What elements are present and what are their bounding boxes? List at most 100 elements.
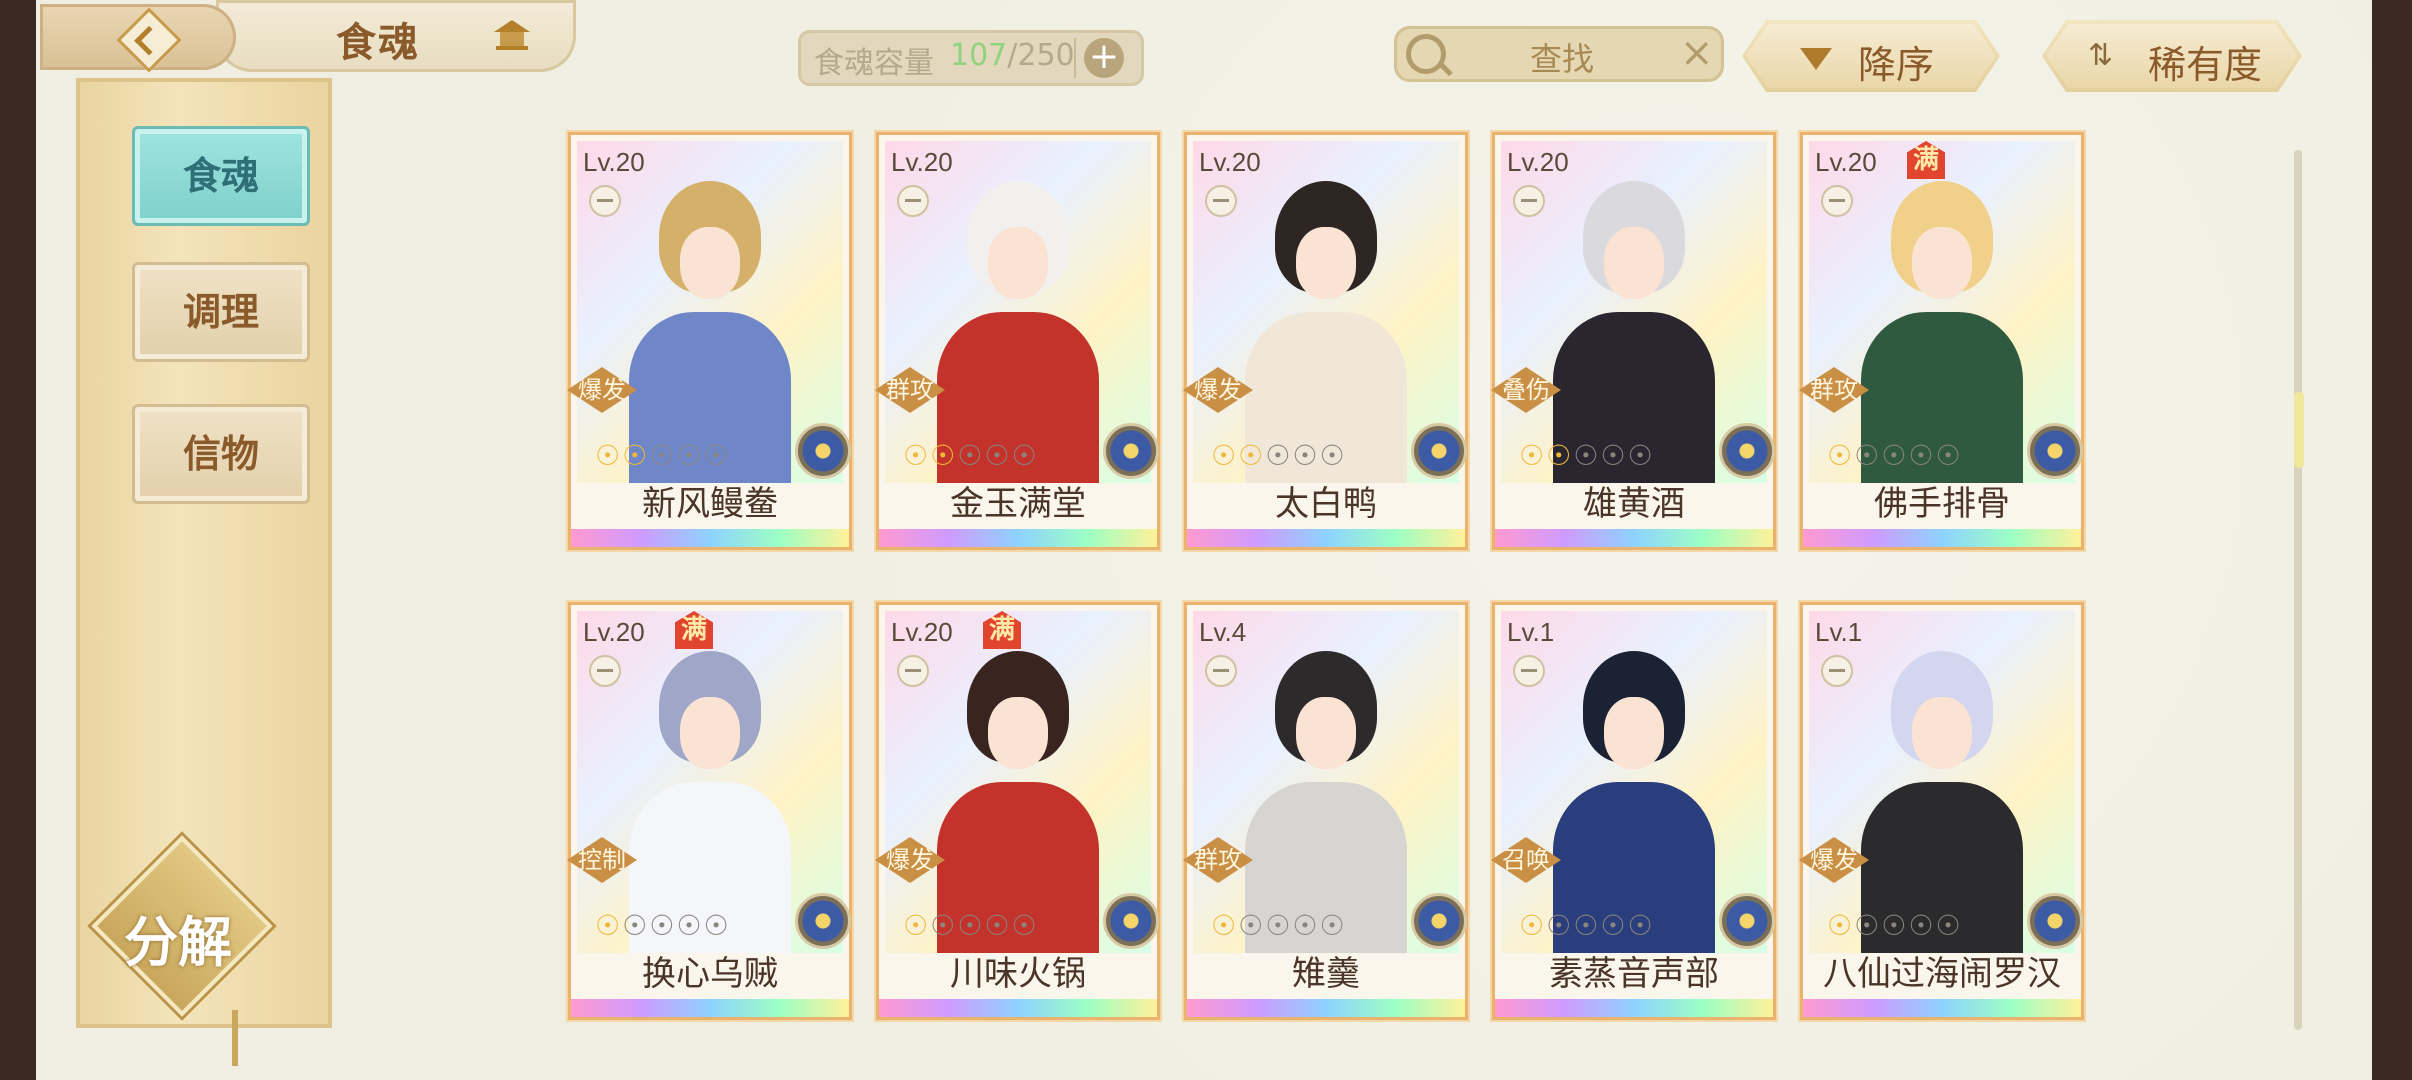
star-empty-icon: ☉ xyxy=(676,439,704,472)
sidebar-item-cooking[interactable]: 调理 xyxy=(132,262,310,362)
character-portrait xyxy=(1507,155,1761,483)
portrait-face xyxy=(1295,697,1357,770)
title-plate: 食魂 xyxy=(216,0,576,72)
sidebar-item-food-soul[interactable]: 食魂 xyxy=(132,126,310,226)
star-empty-icon: ☉ xyxy=(703,439,731,472)
star-empty-icon: ☉ xyxy=(1627,439,1655,472)
add-capacity-button[interactable]: + xyxy=(1084,38,1124,78)
sort-order-button[interactable]: 降序 xyxy=(1742,20,2000,92)
star-empty-icon: ☉ xyxy=(622,909,650,942)
element-icon xyxy=(1513,655,1545,687)
clear-search-icon[interactable]: × xyxy=(1680,30,1714,76)
portrait-face xyxy=(1295,227,1357,300)
star-filled-icon: ☉ xyxy=(1519,909,1547,942)
star-filled-icon: ☉ xyxy=(903,439,931,472)
star-empty-icon: ☉ xyxy=(984,909,1012,942)
card-name: 新风鳗鲞 xyxy=(642,484,778,524)
capacity-value: 107/250 xyxy=(950,38,1075,73)
rarity-strip xyxy=(1187,529,1465,547)
search-input[interactable]: 查找 xyxy=(1530,34,1594,80)
star-filled-icon: ☉ xyxy=(1211,439,1239,472)
star-empty-icon: ☉ xyxy=(1935,439,1963,472)
capacity-panel: 食魂容量 107/250 + xyxy=(798,30,1144,86)
food-soul-card[interactable]: Lv.20 爆发 ☉☉☉☉☉ 太白鸭 xyxy=(1183,132,1468,550)
portrait-face xyxy=(987,697,1049,770)
food-soul-card[interactable]: Lv.20 满群攻 ☉☉☉☉☉ 佛手排骨 xyxy=(1799,132,2084,550)
flower-emblem-icon xyxy=(1719,423,1775,479)
rarity-strip xyxy=(1495,529,1773,547)
sidebar-item-label: 调理 xyxy=(182,290,259,334)
star-empty-icon: ☉ xyxy=(676,909,704,942)
food-soul-card[interactable]: Lv.20 叠伤 ☉☉☉☉☉ 雄黄酒 xyxy=(1491,132,1776,550)
character-portrait xyxy=(1815,155,2069,483)
star-rating: ☉☉☉☉☉ xyxy=(1827,439,1963,472)
scrollbar-track[interactable] xyxy=(2294,150,2302,1030)
tassel-decoration xyxy=(232,1010,238,1066)
star-empty-icon: ☉ xyxy=(1881,439,1909,472)
star-empty-icon: ☉ xyxy=(1935,909,1963,942)
star-empty-icon: ☉ xyxy=(930,909,958,942)
page-title: 食魂 xyxy=(336,20,420,66)
full-badge: 满 xyxy=(983,611,1021,649)
star-empty-icon: ☉ xyxy=(1908,439,1936,472)
food-soul-card[interactable]: Lv.20 满爆发 ☉☉☉☉☉ 川味火锅 xyxy=(875,602,1160,1020)
capacity-current: 107 xyxy=(950,38,1008,73)
portrait-face xyxy=(987,227,1049,300)
element-icon xyxy=(589,655,621,687)
star-empty-icon: ☉ xyxy=(1573,439,1601,472)
food-soul-card[interactable]: Lv.4 群攻 ☉☉☉☉☉ 雉羹 xyxy=(1183,602,1468,1020)
star-empty-icon: ☉ xyxy=(1265,909,1293,942)
search-icon xyxy=(1406,34,1446,74)
card-name: 雉羹 xyxy=(1292,954,1360,994)
card-frame: Lv.20 群攻 ☉☉☉☉☉ xyxy=(875,141,1159,483)
star-filled-icon: ☉ xyxy=(1519,439,1547,472)
rarity-strip xyxy=(1803,999,2081,1017)
portrait-face xyxy=(1911,227,1973,300)
star-empty-icon: ☉ xyxy=(1627,909,1655,942)
star-filled-icon: ☉ xyxy=(930,439,958,472)
portrait-face xyxy=(679,227,741,300)
card-name: 换心乌贼 xyxy=(642,954,778,994)
rarity-strip xyxy=(879,999,1157,1017)
food-soul-card[interactable]: Lv.20 爆发 ☉☉☉☉☉ 新风鳗鲞 xyxy=(567,132,852,550)
food-soul-card[interactable]: Lv.20 群攻 ☉☉☉☉☉ 金玉满堂 xyxy=(875,132,1160,550)
character-portrait xyxy=(1815,625,2069,953)
scrollbar-thumb[interactable] xyxy=(2294,392,2304,468)
top-bar: 食魂 食魂容量 107/250 + 查找 × 降序 ⇅ 稀有度 xyxy=(36,0,2372,78)
sort-toggle-icon: ⇅ xyxy=(2088,38,2114,73)
sort-rarity-button[interactable]: ⇅ 稀有度 xyxy=(2042,20,2302,92)
character-portrait xyxy=(891,155,1145,483)
card-frame: Lv.20 满爆发 ☉☉☉☉☉ xyxy=(875,611,1159,953)
star-empty-icon: ☉ xyxy=(1292,439,1320,472)
food-soul-card[interactable]: Lv.1 爆发 ☉☉☉☉☉ 八仙过海闹罗汉 xyxy=(1799,602,2084,1020)
star-empty-icon: ☉ xyxy=(1011,909,1039,942)
food-soul-card[interactable]: Lv.20 满控制 ☉☉☉☉☉ 换心乌贼 xyxy=(567,602,852,1020)
back-arrow-icon xyxy=(116,7,182,73)
portrait-face xyxy=(1603,697,1665,770)
star-filled-icon: ☉ xyxy=(1238,439,1266,472)
back-button[interactable] xyxy=(40,4,236,73)
star-filled-icon: ☉ xyxy=(903,909,931,942)
star-empty-icon: ☉ xyxy=(649,439,677,472)
star-empty-icon: ☉ xyxy=(1011,439,1039,472)
full-badge: 满 xyxy=(675,611,713,649)
flower-emblem-icon xyxy=(795,423,851,479)
portrait-face xyxy=(1911,697,1973,770)
food-soul-card[interactable]: Lv.1 召唤 ☉☉☉☉☉ 素蒸音声部 xyxy=(1491,602,1776,1020)
card-level: Lv.20 xyxy=(583,147,645,177)
search-box[interactable]: 查找 × xyxy=(1394,26,1724,82)
star-empty-icon: ☉ xyxy=(1319,909,1347,942)
star-rating: ☉☉☉☉☉ xyxy=(903,439,1039,472)
star-empty-icon: ☉ xyxy=(1600,909,1628,942)
card-frame: Lv.1 召唤 ☉☉☉☉☉ xyxy=(1491,611,1775,953)
card-frame: Lv.20 爆发 ☉☉☉☉☉ xyxy=(1183,141,1467,483)
sidebar-item-label: 信物 xyxy=(182,432,259,476)
star-rating: ☉☉☉☉☉ xyxy=(1211,439,1347,472)
sidebar-item-token[interactable]: 信物 xyxy=(132,404,310,504)
home-icon[interactable] xyxy=(492,18,532,52)
portrait-face xyxy=(1603,227,1665,300)
card-name: 太白鸭 xyxy=(1275,484,1377,524)
flower-emblem-icon xyxy=(795,893,851,949)
capacity-total: /250 xyxy=(1007,38,1075,73)
rarity-strip xyxy=(1803,529,2081,547)
